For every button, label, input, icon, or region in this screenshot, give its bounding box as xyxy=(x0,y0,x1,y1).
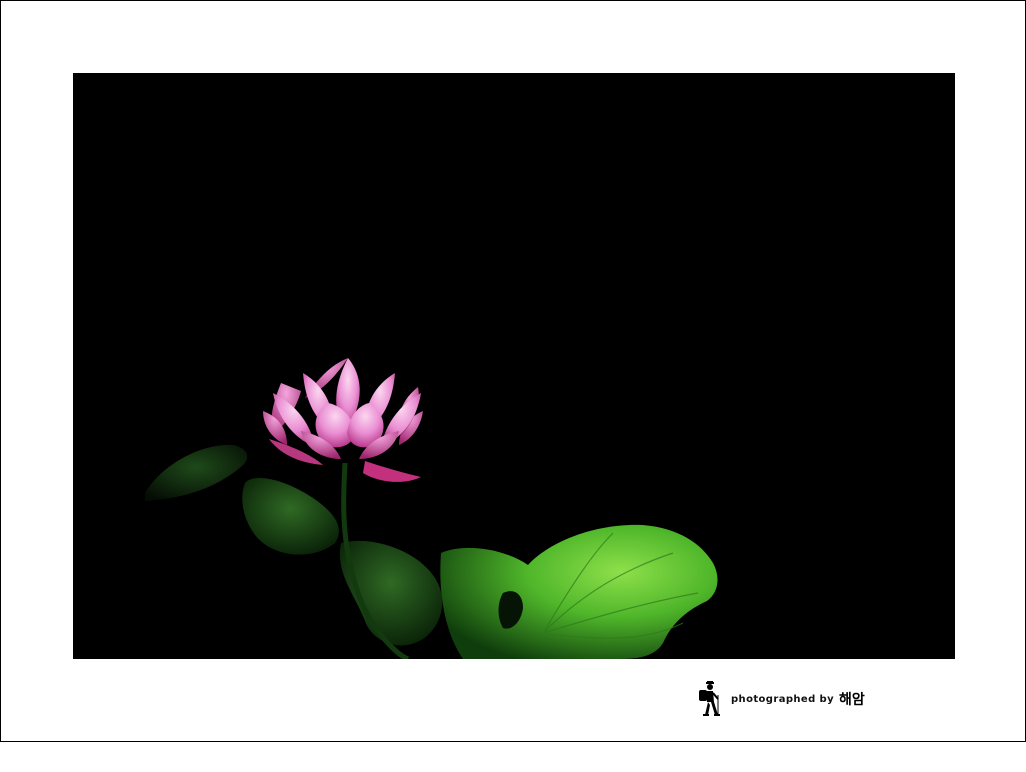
photo-frame xyxy=(0,0,1026,742)
background-leaf xyxy=(145,444,248,501)
lotus-photo xyxy=(73,73,955,659)
dark-leaf xyxy=(242,478,339,555)
photographer-signature: 해암 xyxy=(839,692,865,708)
lotus-leaf xyxy=(440,524,718,659)
middle-leaf xyxy=(339,540,443,646)
credit-text: photographed by xyxy=(731,693,835,705)
hiker-icon xyxy=(699,681,720,716)
photo-credit: photographed by 해암 xyxy=(696,681,865,717)
lotus-illustration xyxy=(145,358,718,659)
